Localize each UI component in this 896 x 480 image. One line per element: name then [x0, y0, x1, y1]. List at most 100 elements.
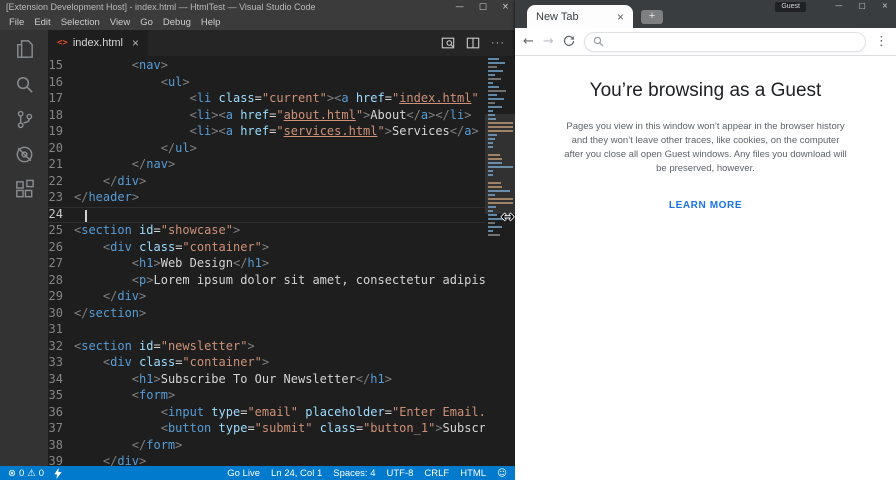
minimap-line [488, 78, 501, 80]
menu-go[interactable]: Go [135, 17, 158, 28]
code-line[interactable]: 33 <div class="container"> [48, 355, 515, 372]
search-icon[interactable] [13, 73, 36, 96]
code-line[interactable]: 21 </nav> [48, 157, 515, 174]
code-line[interactable]: 16 <ul> [48, 75, 515, 92]
menu-edit[interactable]: Edit [29, 17, 55, 28]
code-line[interactable]: 23 </header> [48, 190, 515, 207]
vscode-menubar: File Edit Selection View Go Debug Help [0, 14, 515, 30]
line-content: <section id="newsletter"> [74, 338, 255, 353]
feedback-smiley-icon[interactable]: ☺ [497, 468, 507, 479]
more-actions-icon[interactable]: ··· [491, 37, 505, 49]
line-content: <p>Lorem ipsum dolor sit amet, consectet… [131, 272, 486, 287]
chrome-window-controls: — □ × [835, 1, 888, 10]
line-content: </section> [74, 305, 147, 320]
guest-description-line: Pages you view in this window won’t appe… [566, 121, 845, 132]
explorer-icon[interactable] [13, 38, 36, 61]
line-content: </div> [102, 173, 147, 188]
forward-icon[interactable]: → [543, 35, 554, 48]
code-line[interactable]: 31 [48, 322, 515, 339]
menu-debug[interactable]: Debug [158, 17, 196, 28]
go-live-button[interactable]: Go Live [227, 468, 260, 479]
minimap-line [488, 90, 506, 92]
guest-page: You’re browsing as a Guest Pages you vie… [515, 56, 896, 213]
line-number: 38 [48, 437, 63, 452]
code-line[interactable]: 25 <section id="showcase"> [48, 223, 515, 240]
split-editor-icon[interactable] [466, 36, 480, 50]
lightning-bolt-icon[interactable] [54, 467, 62, 479]
editor-tab-bar: <> index.html × ··· [48, 30, 515, 56]
line-content: <li><a href="services.html">Services</a> [189, 124, 479, 138]
code-line[interactable]: 26 <div class="container"> [48, 240, 515, 257]
learn-more-link[interactable]: LEARN MORE [669, 200, 742, 211]
problems-button[interactable]: ⊗ 0 ⚠ 0 [8, 468, 44, 479]
line-number: 18 [48, 107, 63, 122]
status-bar-right: Go Live Ln 24, Col 1 Spaces: 4 UTF-8 CRL… [227, 468, 507, 479]
code-line[interactable]: 18 <li><a href="about.html">About</a></l… [48, 108, 515, 125]
menu-help[interactable]: Help [196, 17, 226, 28]
chrome-window: New Tab × + Guest — □ × ← → ⋮ You’re bro… [515, 0, 896, 480]
minimap[interactable] [485, 58, 515, 466]
refresh-icon[interactable] [563, 35, 575, 49]
minimap-line [488, 214, 497, 216]
code-line[interactable]: 39 </div> [48, 454, 515, 466]
line-content: <nav> [131, 58, 168, 72]
maximize-button[interactable]: □ [859, 1, 866, 10]
close-button[interactable]: × [882, 1, 888, 10]
minimap-slider[interactable] [485, 114, 515, 214]
address-bar[interactable] [583, 31, 866, 52]
tab-close-icon[interactable]: × [617, 10, 624, 24]
line-content: <li class="current"><a href="index.html" [189, 91, 479, 105]
encoding-setting[interactable]: UTF-8 [386, 468, 413, 479]
menu-view[interactable]: View [105, 17, 135, 28]
debug-icon[interactable] [13, 143, 36, 166]
code-line[interactable]: 27 <h1>Web Design</h1> [48, 256, 515, 273]
code-line[interactable]: 19 <li><a href="services.html">Services<… [48, 124, 515, 141]
eol-setting[interactable]: CRLF [424, 468, 449, 479]
open-preview-icon[interactable] [441, 36, 455, 50]
indentation-setting[interactable]: Spaces: 4 [333, 468, 375, 479]
code-line[interactable]: 36 <input type="email" placeholder="Ente… [48, 405, 515, 422]
code-line[interactable]: 24 [48, 207, 515, 224]
back-icon[interactable]: ← [523, 35, 534, 48]
close-button[interactable]: × [502, 2, 509, 12]
tab-new-tab[interactable]: New Tab × [527, 5, 633, 28]
guest-profile-badge[interactable]: Guest [775, 2, 806, 12]
code-line[interactable]: 15 <nav> [48, 58, 515, 75]
line-number: 22 [48, 173, 63, 188]
code-line[interactable]: 29 </div> [48, 289, 515, 306]
code-line[interactable]: 17 <li class="current"><a href="index.ht… [48, 91, 515, 108]
minimize-button[interactable]: — [835, 1, 843, 10]
new-tab-button[interactable]: + [641, 10, 663, 24]
code-line[interactable]: 22 </div> [48, 174, 515, 191]
extensions-icon[interactable] [13, 178, 36, 201]
line-number: 23 [48, 190, 63, 204]
guest-description-line: after you close all open Guest windows. … [564, 149, 847, 160]
menu-selection[interactable]: Selection [56, 17, 105, 28]
line-content: <div class="container"> [102, 239, 270, 254]
chrome-menu-icon[interactable]: ⋮ [875, 34, 888, 49]
minimize-button[interactable]: — [455, 2, 464, 12]
code-line[interactable]: 35 <form> [48, 388, 515, 405]
vscode-window-controls: — □ × [455, 2, 509, 12]
code-line[interactable]: 38 </form> [48, 438, 515, 455]
code-line[interactable]: 30 </section> [48, 306, 515, 323]
line-number: 32 [48, 338, 63, 353]
minimap-line [488, 82, 493, 84]
language-mode[interactable]: HTML [460, 468, 486, 479]
code-line[interactable]: 37 <button type="submit" class="button_1… [48, 421, 515, 438]
code-line[interactable]: 34 <h1>Subscribe To Our Newsletter</h1> [48, 372, 515, 389]
tab-close-icon[interactable]: × [132, 36, 139, 50]
tab-index-html[interactable]: <> index.html × [48, 30, 148, 56]
source-control-icon[interactable] [13, 108, 36, 131]
code-line[interactable]: 32 <section id="newsletter"> [48, 339, 515, 356]
minimap-line [488, 106, 502, 108]
minimap-line [488, 94, 497, 96]
maximize-button[interactable]: □ [479, 2, 487, 12]
chrome-tab-strip: New Tab × + Guest — □ × [515, 0, 896, 28]
menu-file[interactable]: File [4, 17, 29, 28]
code-line[interactable]: 20 </ul> [48, 141, 515, 158]
html-file-icon: <> [57, 38, 68, 48]
cursor-position[interactable]: Ln 24, Col 1 [271, 468, 322, 479]
code-editor[interactable]: 15 <nav> 16 <ul> 17 <li class="current"><a… [48, 56, 515, 466]
code-line[interactable]: 28 <p>Lorem ipsum dolor sit amet, consec… [48, 273, 515, 290]
